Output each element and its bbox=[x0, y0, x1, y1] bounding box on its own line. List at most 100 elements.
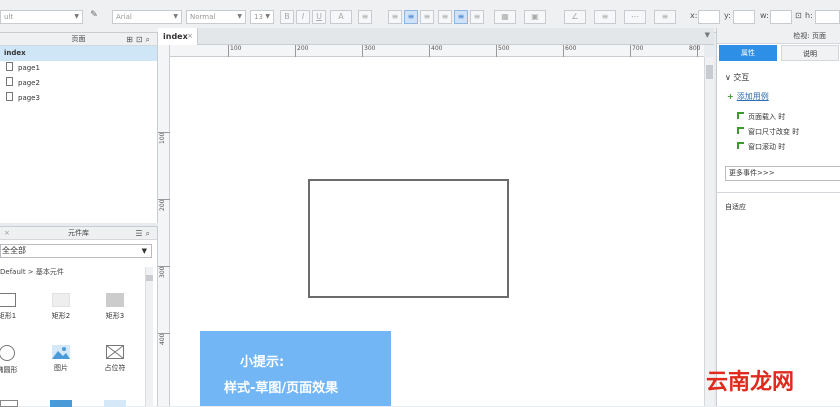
search-icon[interactable]: ⌕ bbox=[146, 229, 153, 238]
shadow-button[interactable]: ▣ bbox=[524, 10, 546, 24]
fill-color-button[interactable]: ▦ bbox=[494, 10, 516, 24]
font-color-button[interactable]: A bbox=[330, 10, 352, 24]
ruler-label: 800 bbox=[689, 45, 701, 52]
tab-properties[interactable]: 属性 bbox=[719, 45, 777, 61]
w-input[interactable] bbox=[770, 10, 792, 24]
library-panel-title: 元件库 bbox=[68, 229, 89, 237]
library-select[interactable]: 全全部 ▼ bbox=[0, 244, 152, 258]
page-item-label: page2 bbox=[18, 79, 40, 87]
pages-panel-tools: ⊞⊡⌕ bbox=[126, 33, 153, 46]
event-flag-icon bbox=[737, 112, 744, 119]
tab-notes[interactable]: 说明 bbox=[781, 45, 839, 61]
plus-icon: + bbox=[727, 92, 734, 101]
search-icon[interactable]: ⌕ bbox=[146, 35, 153, 44]
line-width-button[interactable]: ≡ bbox=[594, 10, 616, 24]
align-middle-button[interactable]: ≡ bbox=[454, 10, 468, 24]
scrollbar-thumb[interactable] bbox=[146, 275, 153, 281]
pages-panel-title: 页面 bbox=[71, 35, 86, 43]
ruler-label: 300 bbox=[364, 45, 376, 52]
tab-index[interactable]: index × bbox=[158, 28, 198, 45]
bullet-list-button[interactable]: ≡ bbox=[358, 10, 372, 24]
font-family-dropdown[interactable]: Arial ▼ bbox=[112, 10, 182, 24]
chevron-down-icon: ▼ bbox=[173, 13, 178, 20]
rectangle-gray-icon bbox=[106, 293, 124, 307]
y-input[interactable] bbox=[733, 10, 755, 24]
ruler-label: 100 bbox=[230, 45, 242, 52]
library-item-label: 图片 bbox=[54, 364, 68, 372]
library-item-rect3[interactable]: 矩形3 bbox=[95, 293, 135, 321]
library-item-label: 矩形1 bbox=[0, 312, 17, 320]
ruler-label: 100 bbox=[159, 132, 166, 144]
library-item-rect2[interactable]: 矩形2 bbox=[41, 293, 81, 321]
add-page-icon[interactable]: ⊞ bbox=[126, 35, 136, 44]
tab-menu-icon[interactable]: ▼ bbox=[705, 31, 710, 39]
more-events-dropdown[interactable]: 更多事件>>> bbox=[725, 166, 840, 181]
library-item-rect1[interactable]: 矩形1 bbox=[0, 293, 27, 321]
interaction-section-title[interactable]: ∨ 交互 bbox=[725, 72, 749, 83]
library-item-placeholder[interactable]: 占位符 bbox=[95, 345, 135, 373]
align-right-button[interactable]: ≡ bbox=[420, 10, 434, 24]
add-folder-icon[interactable]: ⊡ bbox=[136, 35, 146, 44]
style-dropdown[interactable]: ult ▼ bbox=[0, 10, 83, 24]
font-size-dropdown[interactable]: 13 ▼ bbox=[250, 10, 274, 24]
align-center-button[interactable]: ≡ bbox=[404, 10, 418, 24]
library-item-label: 矩形3 bbox=[105, 312, 125, 320]
close-icon[interactable]: × bbox=[187, 28, 193, 45]
menu-icon[interactable]: ☰ bbox=[135, 229, 145, 238]
library-item-image[interactable]: 图片 bbox=[41, 345, 81, 373]
page-item-label: index bbox=[4, 49, 26, 57]
canvas-tabbar: index × ▼ bbox=[158, 28, 714, 45]
add-case-link[interactable]: + 添加用例 bbox=[727, 91, 769, 102]
h-input[interactable] bbox=[815, 10, 840, 24]
w-label: w: bbox=[760, 11, 769, 20]
align-bottom-button[interactable]: ≡ bbox=[470, 10, 484, 24]
event-window-resize[interactable]: 窗口尺寸改变 时 bbox=[737, 127, 799, 137]
canvas-scrollbar[interactable] bbox=[704, 57, 714, 406]
library-item-ellipse[interactable]: 椭圆形 bbox=[0, 345, 27, 375]
event-window-scroll[interactable]: 窗口滚动 时 bbox=[737, 142, 785, 152]
align-top-button[interactable]: ≡ bbox=[438, 10, 452, 24]
lock-ratio-icon[interactable]: ⊡ bbox=[795, 11, 802, 20]
library-item-label: 占位符 bbox=[104, 364, 126, 372]
italic-button[interactable]: I bbox=[296, 10, 310, 24]
font-weight-dropdown[interactable]: Normal ▼ bbox=[186, 10, 246, 24]
page-item-page2[interactable]: page2 bbox=[0, 76, 157, 91]
library-panel-header: × 元件库 ☰⌕ bbox=[0, 227, 157, 240]
adaptive-section[interactable]: 自适应 bbox=[725, 202, 746, 212]
underline-button[interactable]: U bbox=[312, 10, 326, 24]
chevron-down-icon: ▼ bbox=[141, 247, 147, 255]
format-painter-icon[interactable]: ✎ bbox=[88, 10, 100, 24]
align-left-button[interactable]: ≡ bbox=[388, 10, 402, 24]
page-icon bbox=[6, 62, 13, 71]
close-icon[interactable]: × bbox=[4, 227, 10, 240]
ruler-label: 200 bbox=[159, 199, 166, 211]
scrollbar-thumb[interactable] bbox=[706, 65, 713, 79]
tip-title: 小提示: bbox=[240, 355, 285, 370]
tip-box: 小提示: 样式-草图/页面效果 bbox=[200, 331, 391, 406]
interaction-title: 交互 bbox=[733, 73, 750, 82]
library-item-label: 椭圆形 bbox=[0, 366, 18, 374]
page-item-page3[interactable]: page3 bbox=[0, 91, 157, 106]
ruler-label: 400 bbox=[159, 333, 166, 345]
library-scrollbar[interactable] bbox=[145, 267, 153, 407]
event-page-load[interactable]: 页面载入 时 bbox=[737, 112, 785, 122]
event-label: 窗口滚动 时 bbox=[748, 143, 786, 151]
bold-button[interactable]: B bbox=[280, 10, 294, 24]
library-path: Default > 基本元件 bbox=[0, 268, 64, 276]
page-item-index[interactable]: index bbox=[0, 46, 157, 61]
inspector-divider bbox=[717, 192, 840, 193]
ruler-label: 700 bbox=[632, 45, 644, 52]
library-panel-tools: ☰⌕ bbox=[135, 227, 153, 240]
line-color-button[interactable]: ∠ bbox=[564, 10, 586, 24]
x-input[interactable] bbox=[698, 10, 720, 24]
line-style-button[interactable]: ⋯ bbox=[624, 10, 646, 24]
page-item-page1[interactable]: page1 bbox=[0, 61, 157, 76]
arrow-style-button[interactable]: ≡ bbox=[654, 10, 676, 24]
library-item-label: 矩形2 bbox=[51, 312, 71, 320]
event-label: 窗口尺寸改变 时 bbox=[748, 128, 800, 136]
library-panel: × 元件库 ☰⌕ 全全部 ▼ Default > 基本元件 矩形1 矩形2 矩形3… bbox=[0, 226, 158, 407]
tip-text: 样式-草图/页面效果 bbox=[224, 381, 339, 396]
rectangle-widget[interactable] bbox=[308, 179, 509, 298]
pages-panel: 页面 ⊞⊡⌕ index page1 page2 page3 bbox=[0, 33, 158, 223]
event-flag-icon bbox=[737, 127, 744, 134]
